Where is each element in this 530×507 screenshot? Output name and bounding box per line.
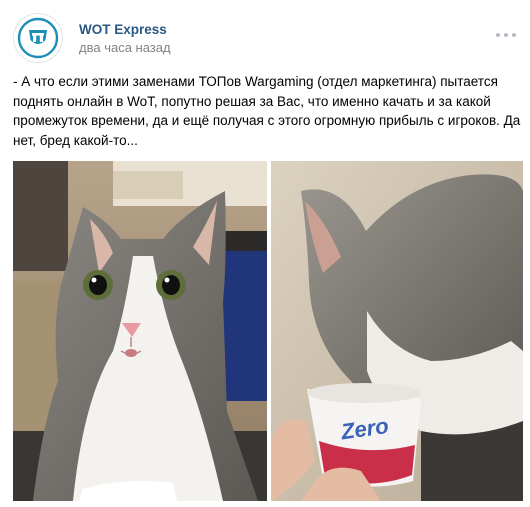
wot-logo-icon (17, 17, 59, 59)
community-avatar[interactable] (13, 13, 63, 63)
wall-post: WOT Express два часа назад - А что если … (0, 0, 530, 507)
post-author[interactable]: WOT Express (79, 22, 167, 37)
post-header: WOT Express два часа назад (13, 12, 517, 64)
post-photos: Zero (13, 161, 523, 501)
post-time[interactable]: два часа назад (79, 40, 171, 55)
more-dots-icon[interactable] (495, 26, 517, 37)
post-text: - А что если этими заменами ТОПов Wargam… (13, 74, 521, 148)
surprised-cat-photo[interactable] (13, 161, 267, 501)
cat-in-yogurt-cup-photo[interactable]: Zero (271, 161, 523, 501)
